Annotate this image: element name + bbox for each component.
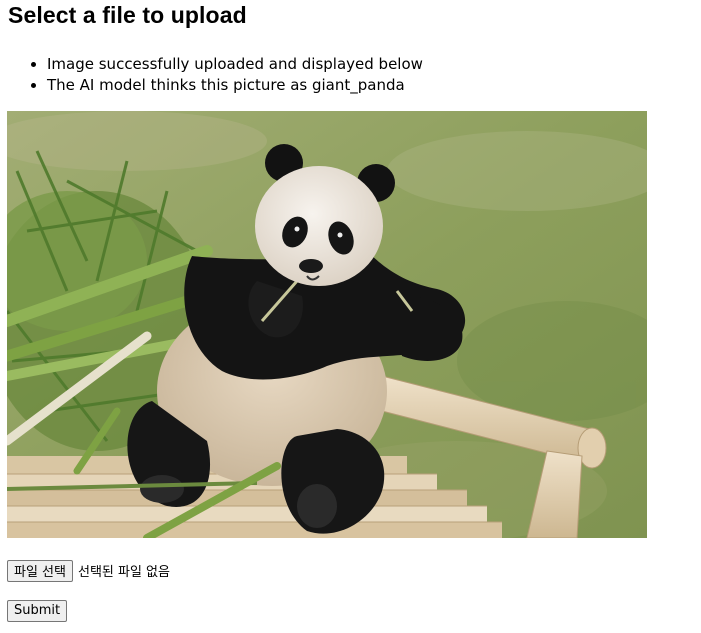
page-title: Select a file to upload xyxy=(8,2,247,28)
submit-row: Submit xyxy=(7,599,68,622)
uploaded-image xyxy=(7,111,647,538)
choose-file-button[interactable]: 파일 선택 xyxy=(7,559,73,582)
message-upload-success: Image successfully uploaded and displaye… xyxy=(47,54,423,75)
submit-button[interactable]: Submit xyxy=(7,599,68,622)
file-status-text: 선택된 파일 없음 xyxy=(77,565,170,580)
panda-photo xyxy=(7,111,647,538)
message-list: Image successfully uploaded and displaye… xyxy=(8,54,423,96)
message-prediction: The AI model thinks this picture as gian… xyxy=(47,75,423,96)
file-input: 파일 선택 선택된 파일 없음 xyxy=(7,559,170,582)
